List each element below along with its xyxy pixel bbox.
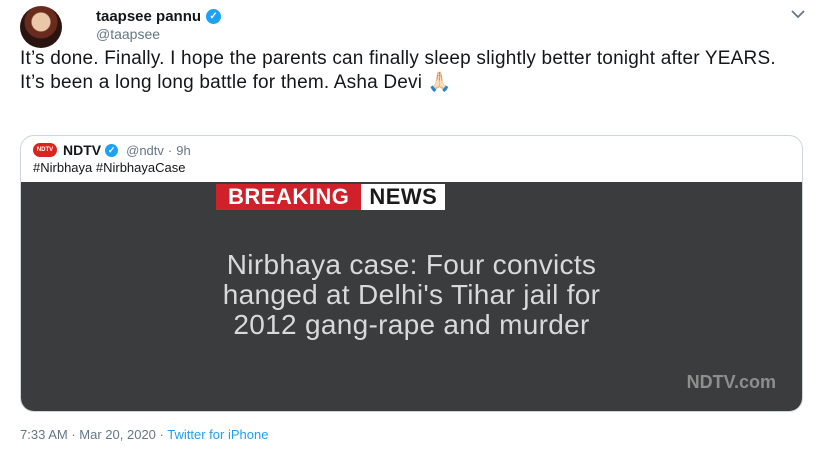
quoted-tweet-card[interactable]: NDTV NDTV ✓ @ndtv · 9h #Nirbhaya #Nirbha… bbox=[20, 135, 803, 412]
author-name-row: taapsee pannu ✓ bbox=[96, 8, 222, 25]
headline-line: 2012 gang-rape and murder bbox=[233, 309, 590, 340]
tweet-header: taapsee pannu ✓ @taapsee bbox=[20, 6, 810, 48]
ndtv-watermark: NDTV.com bbox=[686, 372, 776, 392]
quoted-tweet-time: 9h bbox=[176, 142, 191, 158]
verified-badge-icon: ✓ bbox=[206, 9, 222, 24]
ndtv-logo-icon: NDTV bbox=[33, 143, 57, 157]
breaking-news-banner: BREAKING NEWS bbox=[216, 184, 446, 210]
headline-line: hanged at Delhi's Tihar jail for bbox=[222, 279, 601, 310]
tweet-text: It’s done. Finally. I hope the parents c… bbox=[20, 48, 776, 93]
avatar[interactable] bbox=[20, 6, 62, 48]
tweet-footer: 7:33 AM · Mar 20, 2020 · Twitter for iPh… bbox=[20, 427, 268, 442]
quoted-media-image[interactable]: BREAKING NEWS Nirbhaya case: Four convic… bbox=[21, 182, 802, 411]
breaking-label: BREAKING bbox=[216, 184, 362, 210]
verified-badge-icon: ✓ bbox=[105, 143, 119, 157]
author-display-name[interactable]: taapsee pannu bbox=[96, 8, 201, 25]
quoted-author-name: NDTV bbox=[63, 142, 102, 158]
chevron-down-icon[interactable] bbox=[790, 6, 806, 24]
headline-line: Nirbhaya case: Four convicts bbox=[226, 249, 597, 280]
news-label: NEWS bbox=[361, 184, 446, 210]
author-handle[interactable]: @taapsee bbox=[96, 26, 160, 42]
meta-separator: · bbox=[167, 142, 173, 158]
news-headline: Nirbhaya case: Four convicts hanged at D… bbox=[21, 250, 802, 340]
tweet-date[interactable]: Mar 20, 2020 bbox=[79, 427, 156, 442]
quoted-tweet-header: NDTV NDTV ✓ @ndtv · 9h bbox=[33, 142, 191, 158]
quoted-author-handle: @ndtv bbox=[126, 142, 164, 158]
footer-separator: · bbox=[71, 427, 76, 442]
footer-separator: · bbox=[159, 427, 164, 442]
quoted-hashtags[interactable]: #Nirbhaya #NirbhayaCase bbox=[33, 160, 185, 175]
tweet-time[interactable]: 7:33 AM bbox=[20, 427, 68, 442]
tweet-source-link[interactable]: Twitter for iPhone bbox=[167, 427, 268, 442]
